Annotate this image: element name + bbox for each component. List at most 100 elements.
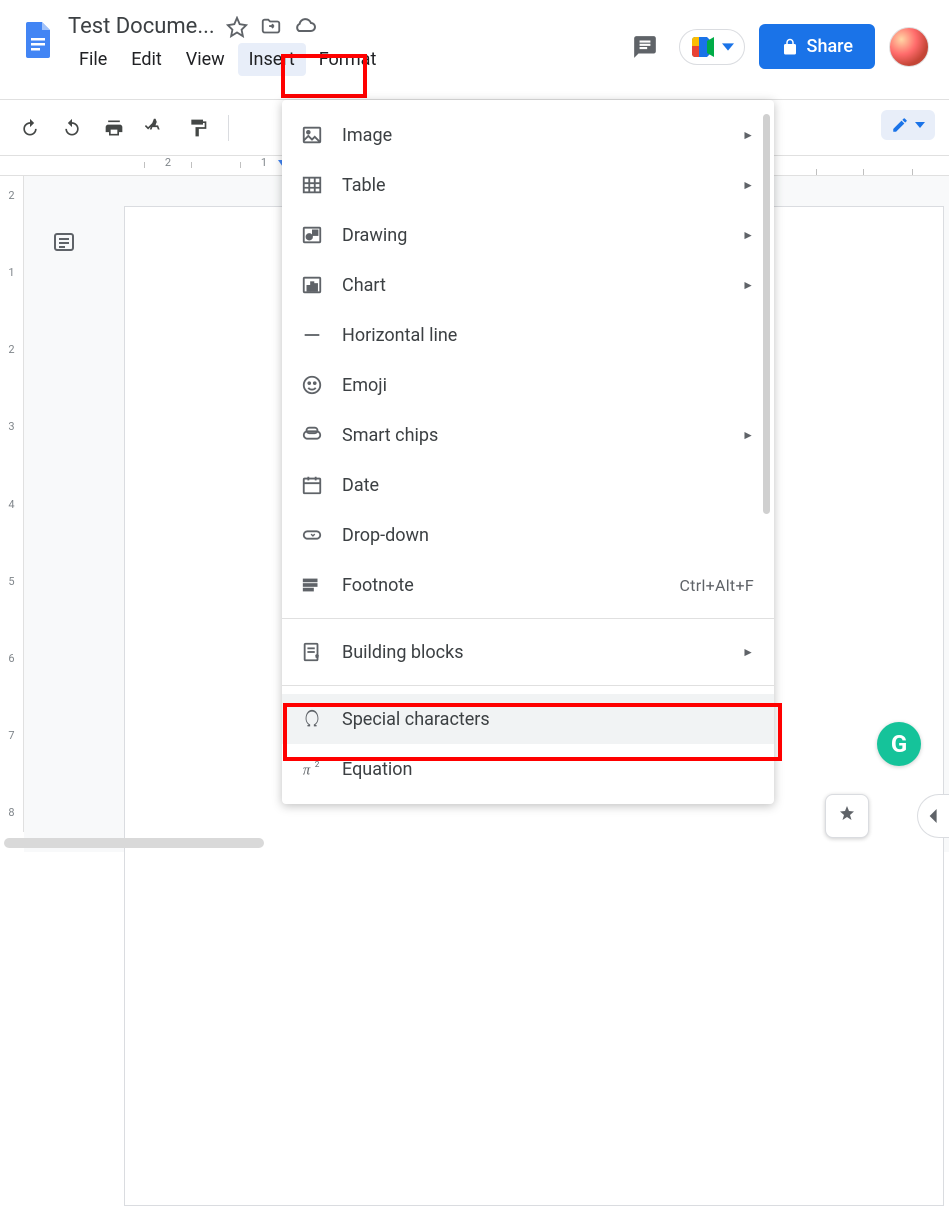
account-avatar[interactable]	[889, 27, 929, 67]
menu-item-label: Drawing	[342, 225, 742, 246]
insert-image[interactable]: Image►	[282, 110, 774, 160]
menu-separator	[282, 618, 774, 619]
ruler-tick: 5	[0, 562, 23, 601]
ruler-tick: 1	[0, 253, 23, 292]
chart-icon	[300, 273, 324, 297]
menu-format[interactable]: Format	[308, 43, 388, 76]
share-button[interactable]: Share	[759, 24, 875, 69]
undo-button[interactable]	[14, 112, 46, 144]
menu-file[interactable]: File	[68, 43, 118, 76]
insert-equation[interactable]: π2 Equation	[282, 744, 774, 794]
emoji-icon	[300, 373, 324, 397]
comments-history-icon[interactable]	[625, 27, 665, 67]
menu-item-label: Horizontal line	[342, 325, 754, 346]
submenu-arrow-icon: ►	[742, 178, 754, 192]
ruler-tick	[0, 292, 23, 331]
svg-text:π: π	[303, 763, 311, 779]
menu-item-label: Footnote	[342, 575, 679, 596]
print-button[interactable]	[98, 112, 130, 144]
menu-separator	[282, 685, 774, 686]
lock-icon	[781, 38, 799, 56]
menu-view[interactable]: View	[175, 43, 236, 76]
spellcheck-button[interactable]	[140, 112, 172, 144]
image-icon	[300, 123, 324, 147]
document-title[interactable]: Test Docume...	[68, 14, 215, 39]
ruler-tick	[0, 601, 23, 640]
insert-special-characters[interactable]: Special characters	[282, 694, 774, 744]
ruler-tick: 6	[0, 639, 23, 678]
docs-logo[interactable]	[18, 20, 58, 60]
ruler-tick: 4	[0, 485, 23, 524]
pencil-icon	[891, 116, 909, 134]
ruler-tick	[0, 755, 23, 794]
ruler-tick	[0, 523, 23, 562]
horizontal-scrollbar[interactable]	[4, 838, 264, 848]
insert-horizontal-line[interactable]: Horizontal line	[282, 310, 774, 360]
svg-text:2: 2	[315, 760, 320, 770]
table-icon	[300, 173, 324, 197]
title-row: Test Docume...	[68, 14, 625, 39]
drawing-icon	[300, 223, 324, 247]
caret-down-icon	[722, 41, 734, 53]
insert-drop-down[interactable]: Drop-down	[282, 510, 774, 560]
omega-icon	[300, 707, 324, 731]
toolbar-separator	[228, 115, 229, 141]
insert-dropdown: Image►Table►Drawing►Chart►Horizontal lin…	[282, 100, 774, 804]
redo-button[interactable]	[56, 112, 88, 144]
menu-item-label: Smart chips	[342, 425, 742, 446]
ruler-tick	[0, 446, 23, 485]
insert-footnote[interactable]: FootnoteCtrl+Alt+F	[282, 560, 774, 610]
ruler-tick: 2	[120, 156, 216, 169]
submenu-arrow-icon: ►	[742, 645, 754, 659]
insert-date[interactable]: Date	[282, 460, 774, 510]
share-label: Share	[807, 36, 853, 57]
submenu-arrow-icon: ►	[742, 278, 754, 292]
menu-item-label: Drop-down	[342, 525, 754, 546]
insert-smart-chips[interactable]: Smart chips►	[282, 410, 774, 460]
grammarly-button[interactable]: G	[877, 722, 921, 766]
meet-button[interactable]	[679, 29, 745, 65]
menu-edit[interactable]: Edit	[120, 43, 172, 76]
outline-toggle-button[interactable]	[44, 222, 84, 262]
ruler-tick	[0, 369, 23, 408]
app-header: Test Docume... File Edit View Insert For…	[0, 0, 949, 100]
shortcut-label: Ctrl+Alt+F	[679, 576, 754, 595]
ruler-tick: 7	[0, 716, 23, 755]
move-icon[interactable]	[259, 15, 283, 39]
submenu-arrow-icon: ►	[742, 128, 754, 142]
ruler-tick	[0, 678, 23, 717]
menu-item-label: Date	[342, 475, 754, 496]
editing-mode-button[interactable]	[881, 110, 935, 140]
ruler-tick	[0, 215, 23, 254]
ruler-tick: 3	[0, 408, 23, 447]
menu-item-label: Special characters	[342, 709, 754, 730]
chip-icon	[300, 423, 324, 447]
menu-item-label: Image	[342, 125, 742, 146]
menu-item-label: Building blocks	[342, 642, 742, 663]
star-icon[interactable]	[225, 15, 249, 39]
menu-insert[interactable]: Insert	[238, 43, 306, 76]
meet-icon	[692, 36, 718, 58]
insert-drawing[interactable]: Drawing►	[282, 210, 774, 260]
menu-item-label: Equation	[342, 759, 754, 780]
submenu-arrow-icon: ►	[742, 428, 754, 442]
explore-button[interactable]	[825, 794, 869, 838]
footnote-icon	[300, 573, 324, 597]
cloud-status-icon[interactable]	[293, 15, 317, 39]
pi-icon: π2	[300, 757, 324, 781]
vertical-ruler[interactable]: 2 1 2 3 4 5 6 7 8	[0, 176, 24, 832]
menu-item-label: Emoji	[342, 375, 754, 396]
paint-format-button[interactable]	[182, 112, 214, 144]
insert-chart[interactable]: Chart►	[282, 260, 774, 310]
header-right: Share	[625, 8, 937, 69]
ruler-tick: 2	[0, 330, 23, 369]
insert-table[interactable]: Table►	[282, 160, 774, 210]
blocks-icon	[300, 640, 324, 664]
insert-emoji[interactable]: Emoji	[282, 360, 774, 410]
insert-building-blocks[interactable]: Building blocks►	[282, 627, 774, 677]
dropdown-icon	[300, 523, 324, 547]
ruler-tick: 8	[0, 794, 23, 833]
menu-bar: File Edit View Insert Format	[68, 43, 625, 76]
menu-item-label: Chart	[342, 275, 742, 296]
ruler-tick: 2	[0, 176, 23, 215]
